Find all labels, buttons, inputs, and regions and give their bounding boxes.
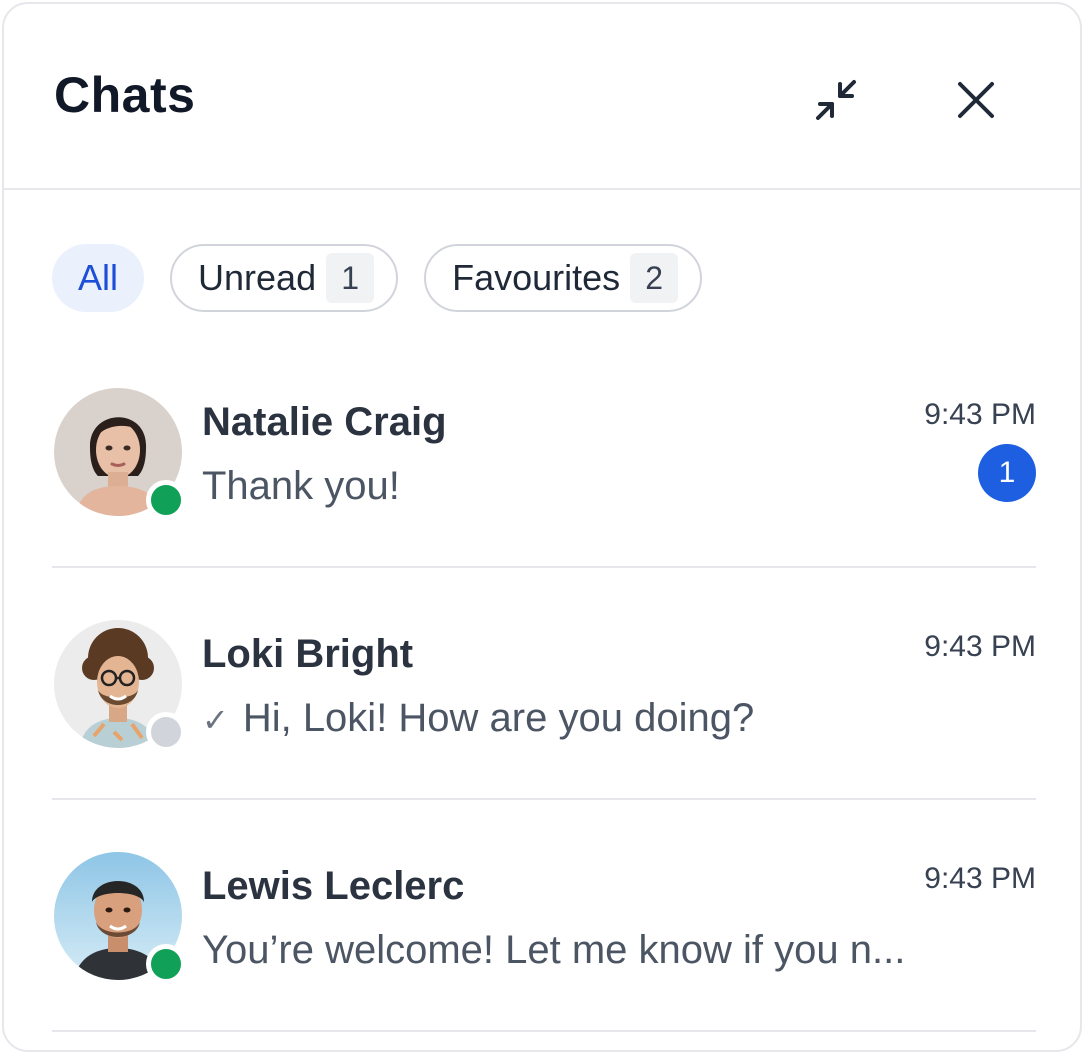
online-status-dot (146, 944, 186, 984)
avatar (54, 388, 186, 520)
message-preview: Thank you! (202, 464, 400, 509)
close-button[interactable] (940, 64, 1012, 136)
filter-unread-tab[interactable]: Unread 1 (170, 244, 399, 312)
chat-list: Natalie Craig Thank you! 9:43 PM 1 Loki … (52, 336, 1036, 1032)
chat-item-loki-bright[interactable]: Loki Bright ✓ Hi, Loki! How are you doing… (52, 568, 1036, 800)
filter-favourites-label: Favourites (452, 257, 621, 298)
page-title: Chats (54, 67, 196, 123)
message-preview-text: You’re welcome! Let me know if you n... (202, 928, 906, 972)
chats-panel: Chats All Unread 1 Favourites 2 Natalie … (2, 2, 1082, 1052)
message-time: 9:43 PM (924, 398, 1036, 431)
filter-all-label: All (78, 257, 119, 298)
message-preview-text: Hi, Loki! How are you doing? (242, 696, 755, 740)
unread-badge: 1 (978, 444, 1036, 502)
chats-header: Chats (4, 4, 1080, 190)
message-preview: You’re welcome! Let me know if you n... (202, 928, 905, 973)
contact-name: Loki Bright (202, 632, 414, 676)
message-preview-text: Thank you! (202, 464, 400, 508)
minimize-icon (816, 80, 856, 120)
message-time: 9:43 PM (924, 630, 1036, 663)
contact-name: Natalie Craig (202, 400, 447, 444)
filter-unread-label: Unread (198, 257, 317, 298)
close-icon (958, 82, 994, 118)
minimize-button[interactable] (800, 64, 872, 136)
contact-name: Lewis Leclerc (202, 864, 465, 908)
favourites-count-badge: 2 (630, 253, 679, 303)
filter-tabs: All Unread 1 Favourites 2 (52, 244, 703, 312)
chat-item-natalie-craig[interactable]: Natalie Craig Thank you! 9:43 PM 1 (52, 336, 1036, 568)
avatar (54, 852, 186, 984)
chat-item-lewis-leclerc[interactable]: Lewis Leclerc You’re welcome! Let me kno… (52, 800, 1036, 1032)
message-time: 9:43 PM (924, 862, 1036, 895)
filter-favourites-tab[interactable]: Favourites 2 (424, 244, 703, 312)
offline-status-dot (146, 712, 186, 752)
message-preview: ✓ Hi, Loki! How are you doing? (202, 696, 754, 741)
online-status-dot (146, 480, 186, 520)
filter-all-tab[interactable]: All (52, 244, 145, 312)
unread-count-badge: 1 (326, 253, 375, 303)
avatar (54, 620, 186, 752)
sent-check-icon: ✓ (202, 702, 229, 738)
